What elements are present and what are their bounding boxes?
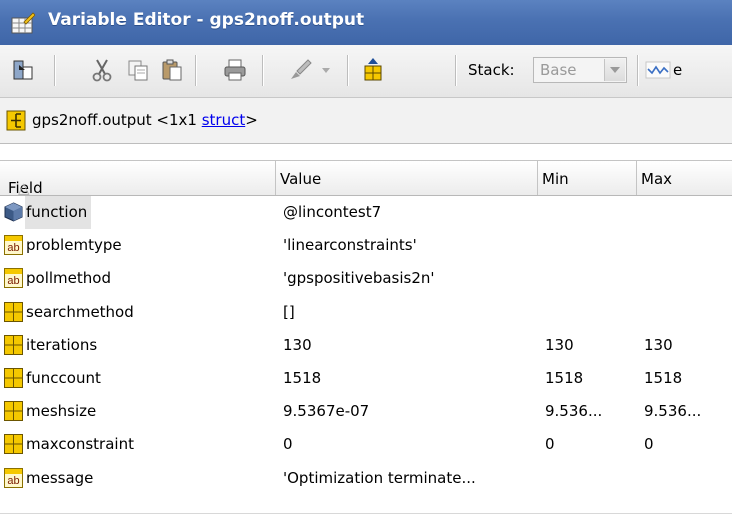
field-value[interactable]: 0 — [283, 428, 293, 461]
column-header-field[interactable]: Field △ — [0, 161, 276, 197]
field-name[interactable]: problemtype — [25, 229, 126, 262]
column-header-min-label: Min — [542, 170, 569, 188]
toolbar-separator — [54, 55, 55, 86]
numeric-array-icon — [4, 301, 23, 322]
field-min: 9.536... — [545, 402, 603, 421]
field-min: 130 — [545, 335, 574, 354]
numeric-array-icon — [4, 334, 23, 355]
field-name[interactable]: iterations — [25, 329, 101, 362]
numeric-array-icon — [4, 401, 23, 422]
cut-icon — [92, 59, 112, 82]
stack-select[interactable]: Base — [533, 57, 627, 83]
field-min: 1518 — [545, 369, 584, 387]
column-header-value[interactable]: Value — [276, 161, 538, 195]
svg-text:ab: ab — [7, 275, 19, 287]
copy-button[interactable] — [124, 55, 152, 85]
table-row[interactable]: maxconstraint 0 0 0 — [0, 428, 732, 461]
new-variable-button[interactable] — [358, 55, 388, 85]
column-header-value-label: Value — [280, 170, 322, 188]
field-name[interactable]: maxconstraint — [25, 428, 138, 461]
variable-path-suffix: > — [245, 111, 258, 129]
field-value[interactable]: 'gpspositivebasis2n' — [283, 262, 435, 295]
toolbar-separator — [455, 55, 456, 86]
edit-brush-icon — [291, 59, 312, 79]
field-max: 9.536... — [644, 402, 702, 421]
toolbar: Stack: Base e — [0, 45, 732, 98]
field-max: 130 — [644, 335, 673, 354]
column-header-max-label: Max — [641, 170, 673, 188]
field-value[interactable]: [] — [283, 296, 295, 329]
variable-path-bar: gps2noff.output <1x1 struct> — [0, 98, 732, 144]
plot-icon — [645, 61, 671, 79]
field-name[interactable]: meshsize — [25, 395, 100, 428]
struct-icon — [6, 110, 26, 131]
field-value[interactable]: 9.5367e-07 — [283, 395, 369, 428]
table-row[interactable]: ab pollmethod 'gpspositivebasis2n' — [0, 262, 732, 295]
field-value[interactable]: 'Optimization terminate... — [283, 462, 476, 495]
svg-text:ab: ab — [7, 475, 19, 487]
table-row[interactable]: meshsize 9.5367e-07 9.536... 9.536... — [0, 395, 732, 428]
table-row[interactable]: iterations 130 130 130 — [0, 329, 732, 362]
print-button[interactable] — [220, 55, 250, 85]
stack-select-value: Base — [540, 61, 577, 79]
import-data-icon — [13, 60, 33, 80]
field-value[interactable]: 'linearconstraints' — [283, 229, 417, 262]
cut-button[interactable] — [88, 55, 116, 85]
char-array-icon: ab — [4, 467, 23, 488]
column-header-min[interactable]: Min — [538, 161, 637, 195]
plot-button[interactable] — [644, 55, 672, 85]
toolbar-separator — [262, 55, 263, 86]
table-header: Field △ Value Min Max — [0, 160, 732, 197]
variable-editor-icon — [11, 12, 35, 34]
sort-ascending-icon: △ — [18, 179, 30, 197]
variable-path: gps2noff.output <1x1 struct> — [32, 111, 258, 129]
stack-label: Stack: — [468, 61, 515, 79]
char-array-icon: ab — [4, 268, 23, 289]
field-name[interactable]: function — [25, 196, 92, 229]
toolbar-separator — [637, 55, 638, 86]
field-max: 0 — [644, 435, 654, 454]
numeric-array-icon — [4, 434, 23, 455]
field-max: 1518 — [644, 369, 683, 387]
field-value[interactable]: 130 — [283, 329, 312, 362]
field-value[interactable]: 1518 — [283, 362, 321, 395]
variable-path-prefix: gps2noff.output <1x1 — [32, 111, 202, 129]
edit-brush-dropdown[interactable] — [318, 55, 334, 85]
struct-link[interactable]: struct — [202, 111, 246, 129]
field-value[interactable]: @lincontest7 — [283, 196, 381, 229]
char-array-icon: ab — [4, 235, 23, 256]
print-icon — [224, 59, 246, 81]
field-name[interactable]: message — [25, 462, 97, 495]
table-bottom-border — [0, 513, 732, 514]
title-bar: Variable Editor - gps2noff.output — [0, 0, 732, 45]
table-row[interactable]: ab problemtype 'linearconstraints' — [0, 229, 732, 262]
table-row[interactable]: funccount 1518 1518 1518 — [0, 362, 732, 395]
edit-brush-button[interactable] — [286, 55, 314, 85]
field-name[interactable]: searchmethod — [25, 296, 138, 329]
field-min: 0 — [545, 435, 555, 454]
paste-button[interactable] — [158, 55, 186, 85]
svg-text:ab: ab — [7, 242, 19, 254]
table-row[interactable]: ab message 'Optimization terminate... — [0, 462, 732, 495]
dropdown-arrow-icon — [322, 68, 330, 73]
window-title: Variable Editor - gps2noff.output — [48, 10, 365, 30]
toolbar-separator — [347, 55, 348, 86]
field-name[interactable]: funccount — [25, 362, 105, 395]
paste-icon — [162, 59, 182, 81]
function-handle-icon — [4, 202, 23, 222]
new-variable-icon — [364, 58, 382, 81]
copy-icon — [128, 60, 148, 81]
field-name[interactable]: pollmethod — [25, 262, 115, 295]
plot-selector-label[interactable]: e — [673, 61, 682, 79]
chevron-down-icon[interactable] — [604, 59, 625, 81]
import-data-button[interactable] — [8, 55, 38, 85]
numeric-array-icon — [4, 368, 23, 388]
table-row[interactable]: searchmethod [] — [0, 296, 732, 329]
toolbar-separator — [195, 55, 196, 86]
table-row[interactable]: function @lincontest7 — [0, 196, 732, 229]
column-header-max[interactable]: Max — [637, 161, 732, 195]
